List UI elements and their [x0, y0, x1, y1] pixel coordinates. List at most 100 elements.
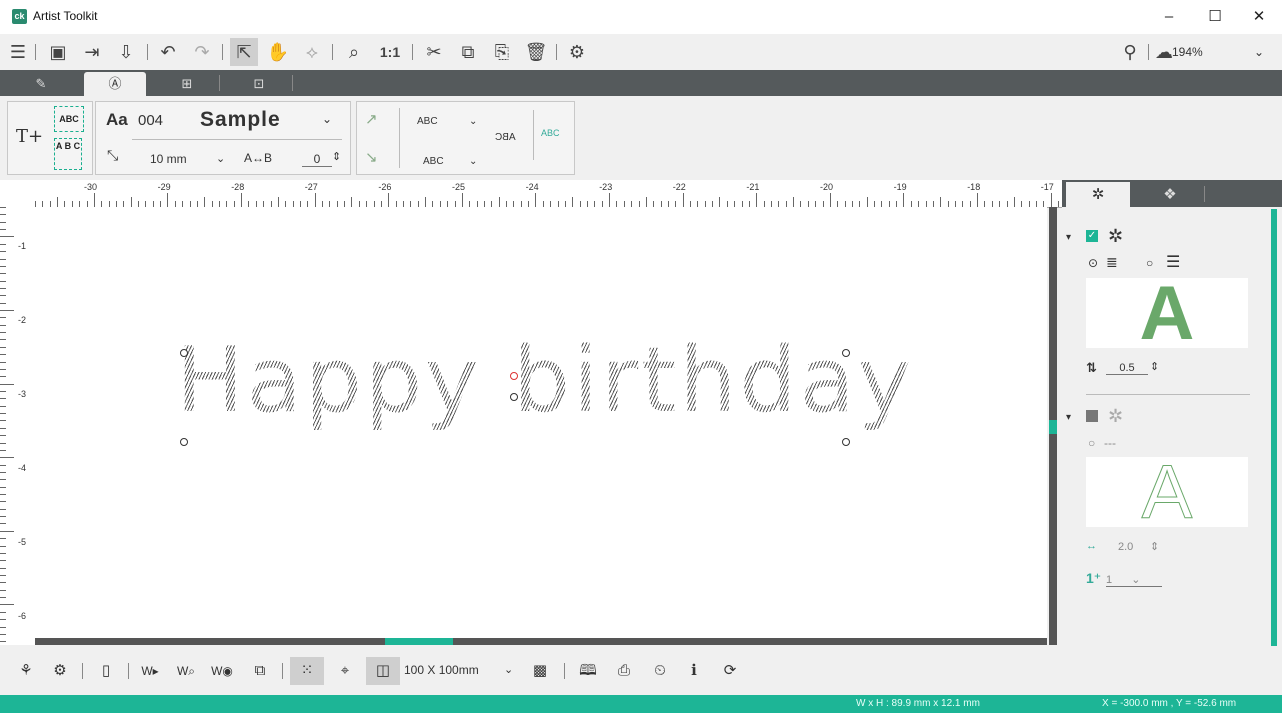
lower-chevron-icon[interactable]: ⌄ — [469, 156, 477, 167]
horizontal-text-button[interactable]: ABC — [54, 106, 84, 132]
wizard-view-icon[interactable]: W◉ — [208, 657, 236, 685]
actual-size-button[interactable]: 1:1 — [374, 38, 406, 66]
redo-icon[interactable]: ↷ — [188, 38, 216, 66]
mirror-text-button[interactable]: ABC — [495, 132, 516, 143]
minimize-button[interactable]: – — [1146, 5, 1192, 29]
stitch-simulate-icon[interactable]: ⚙ — [46, 657, 74, 685]
embroidery-text[interactable]: Happy birthday — [176, 328, 914, 433]
copy-icon[interactable]: ⧉ — [454, 38, 482, 66]
menu-icon[interactable]: ☰ — [4, 38, 32, 66]
selection-handle-bl[interactable] — [180, 438, 188, 446]
collapse-arrow-icon[interactable]: ▾ — [1066, 232, 1071, 243]
hoop-icon[interactable]: ◫ — [366, 657, 400, 685]
section-divider — [1086, 394, 1250, 395]
tatami-radio[interactable]: ○ — [1146, 256, 1153, 270]
toolbar-separator — [564, 663, 565, 679]
tab-edit-icon[interactable]: ✎ — [10, 72, 72, 96]
select-arrow-icon[interactable]: ⇱ — [230, 38, 258, 66]
maximize-button[interactable]: ☐ — [1192, 5, 1238, 29]
density-stepper[interactable]: ⇕ — [1150, 360, 1159, 373]
bottom-toolbar: ⚘ ⚙ ▯ W▸ W⌕ W◉ ⧉ ⁙ ⌖ ◫ 100 X 100mm ⌄ ▩ 🕮… — [0, 647, 1282, 695]
zoom-icon[interactable]: ⌕ — [340, 38, 368, 66]
export-device-icon[interactable]: ⎙ — [610, 657, 638, 685]
stitch-view-icon[interactable]: ⚘ — [12, 657, 40, 685]
grid-toggle-icon[interactable]: ⁙ — [290, 657, 324, 685]
outline-width-field[interactable]: 2.0 — [1118, 541, 1133, 553]
repeat-count-field[interactable]: 1 ⌄ — [1106, 573, 1162, 587]
tab-text-icon[interactable]: Ⓐ — [84, 72, 146, 96]
size-dropdown-icon[interactable]: ⌄ — [216, 152, 225, 165]
horizontal-scroll-thumb[interactable] — [385, 638, 453, 645]
vertical-scroll-thumb[interactable] — [1049, 420, 1057, 434]
layers-icon[interactable]: ⧉ — [246, 657, 274, 685]
tab-monogram-icon[interactable]: ⊡ — [228, 72, 290, 96]
spacing-stepper[interactable]: ⇕ — [332, 150, 341, 163]
selection-handle-tr[interactable] — [842, 349, 850, 357]
selection-handle-br[interactable] — [842, 438, 850, 446]
vertical-text-button[interactable]: A B C — [54, 138, 82, 170]
account-icon[interactable]: ⚲ — [1116, 38, 1144, 66]
ruler-tick — [0, 479, 6, 481]
outline-checkbox[interactable] — [1086, 410, 1098, 422]
selection-center-handle[interactable] — [510, 393, 518, 401]
upper-chevron-icon[interactable]: ⌄ — [469, 116, 477, 127]
wizard-play-icon[interactable]: W▸ — [136, 657, 164, 685]
ruler-tick — [0, 391, 6, 392]
tab-stitch-icon[interactable]: ⊞ — [156, 72, 218, 96]
upper-text-preview[interactable]: ABC — [417, 116, 438, 127]
paste-icon[interactable]: ⎘ — [488, 38, 516, 66]
toolbar-separator — [35, 44, 36, 60]
satin-radio[interactable]: ⊙ — [1088, 256, 1098, 270]
selection-handle-tl[interactable] — [180, 349, 188, 357]
point-edit-icon[interactable]: ⟡ — [298, 38, 326, 66]
pan-hand-icon[interactable]: ✋ — [264, 38, 292, 66]
main-toolbar: ☰ ▣ ⇥ ⇩ ↶ ↷ ⇱ ✋ ⟡ ⌕ 1:1 ✂ ⧉ ⎘ 🗑 ⚙ ⚲ ☁ 19… — [0, 34, 1282, 70]
tab-fill-butterfly-icon[interactable]: ✲ — [1066, 182, 1130, 207]
panel-scrollbar[interactable] — [1271, 209, 1277, 646]
rotation-handle[interactable] — [510, 372, 518, 380]
delete-icon[interactable]: 🗑 — [522, 38, 550, 66]
arc-down-icon[interactable]: ↘ — [365, 148, 378, 166]
size-field[interactable]: 10 mm — [150, 152, 187, 166]
wizard-search-icon[interactable]: W⌕ — [172, 657, 200, 685]
collapse-arrow-icon[interactable]: ▾ — [1066, 412, 1071, 423]
add-text-button[interactable]: T+ — [16, 126, 43, 147]
fill-checkbox[interactable]: ✓ — [1086, 230, 1098, 242]
font-name[interactable]: Sample — [200, 108, 281, 132]
refresh-icon[interactable]: ⟳ — [716, 657, 744, 685]
center-crosshair-icon[interactable]: ⌖ — [328, 657, 362, 685]
chevron-down-icon[interactable]: ⌄ — [504, 663, 513, 676]
font-dropdown-icon[interactable]: ⌄ — [322, 112, 332, 126]
zoom-select[interactable]: 194% ⌄ — [1172, 42, 1268, 62]
export-icon[interactable]: ⇩ — [112, 38, 140, 66]
arc-text-button[interactable]: ABC — [541, 128, 560, 138]
hoop-size-select[interactable]: 100 X 100mm — [404, 663, 479, 677]
info-icon[interactable]: ℹ — [680, 657, 708, 685]
undo-icon[interactable]: ↶ — [154, 38, 182, 66]
vertical-scrollbar[interactable] — [1049, 207, 1057, 645]
import-icon[interactable]: ⇥ — [78, 38, 106, 66]
lower-text-preview[interactable]: ABC — [423, 156, 444, 167]
book-icon[interactable]: 🕮 — [574, 657, 602, 685]
timer-icon[interactable]: ⏲ — [646, 657, 674, 685]
horizontal-scrollbar[interactable] — [35, 638, 1047, 645]
ruler-tick — [0, 597, 6, 599]
arc-up-icon[interactable]: ↗ — [365, 110, 378, 128]
ruler-tick — [535, 193, 537, 207]
spacing-field[interactable]: 0 — [302, 152, 332, 167]
close-button[interactable]: ✕ — [1236, 5, 1282, 29]
density-field[interactable]: 0.5 — [1106, 362, 1148, 375]
settings-gear-icon[interactable]: ⚙ — [563, 38, 591, 66]
outline-width-stepper[interactable]: ⇕ — [1150, 540, 1159, 553]
ruler-tick — [0, 560, 6, 562]
toolbar-separator — [222, 44, 223, 60]
tab-color-icon[interactable]: ❖ — [1138, 182, 1202, 207]
save-icon[interactable]: ▣ — [44, 38, 72, 66]
cut-icon[interactable]: ✂ — [420, 38, 448, 66]
ruler-tick — [0, 214, 6, 216]
pattern-icon[interactable]: ▩ — [526, 657, 554, 685]
frame-icon[interactable]: ▯ — [92, 657, 120, 685]
ruler-tick — [0, 501, 6, 503]
ruler-tick — [351, 197, 353, 207]
outline-radio[interactable]: ○ — [1088, 436, 1095, 450]
